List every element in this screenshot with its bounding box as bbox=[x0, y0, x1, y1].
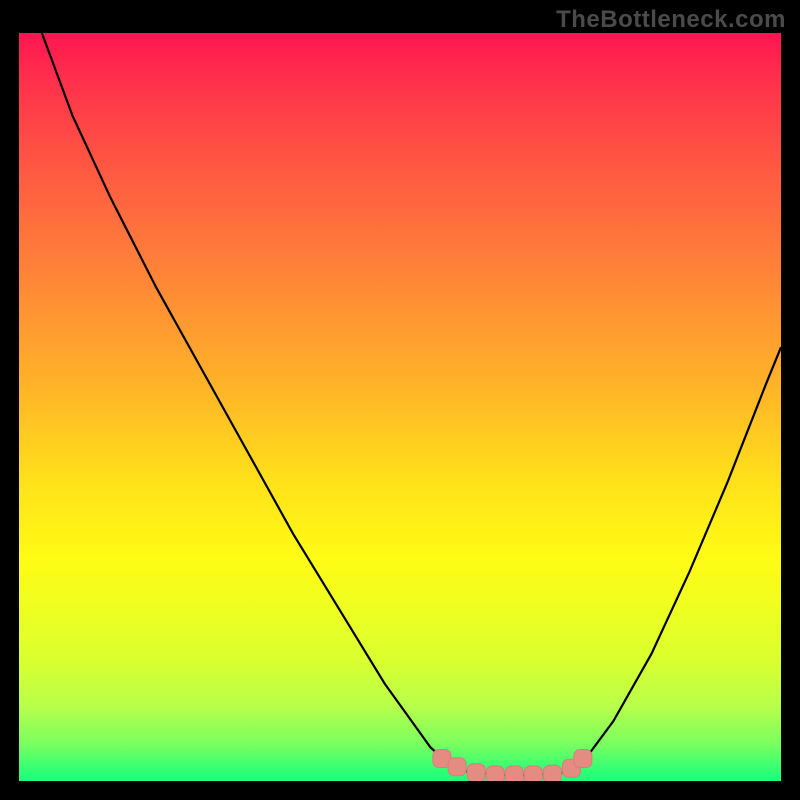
plot-area bbox=[19, 33, 781, 781]
curve-marker bbox=[524, 766, 542, 781]
watermark-text: TheBottleneck.com bbox=[556, 6, 786, 34]
curve-marker bbox=[448, 758, 466, 776]
curve-marker bbox=[543, 765, 561, 781]
curve-marker bbox=[574, 750, 592, 768]
marker-group bbox=[433, 750, 592, 781]
curve-svg bbox=[19, 33, 781, 781]
bottleneck-curve-path bbox=[42, 33, 781, 775]
chart-frame: { "watermark": "TheBottleneck.com", "col… bbox=[0, 0, 800, 800]
curve-marker bbox=[486, 766, 504, 781]
curve-marker bbox=[505, 766, 523, 781]
curve-marker bbox=[467, 764, 485, 781]
